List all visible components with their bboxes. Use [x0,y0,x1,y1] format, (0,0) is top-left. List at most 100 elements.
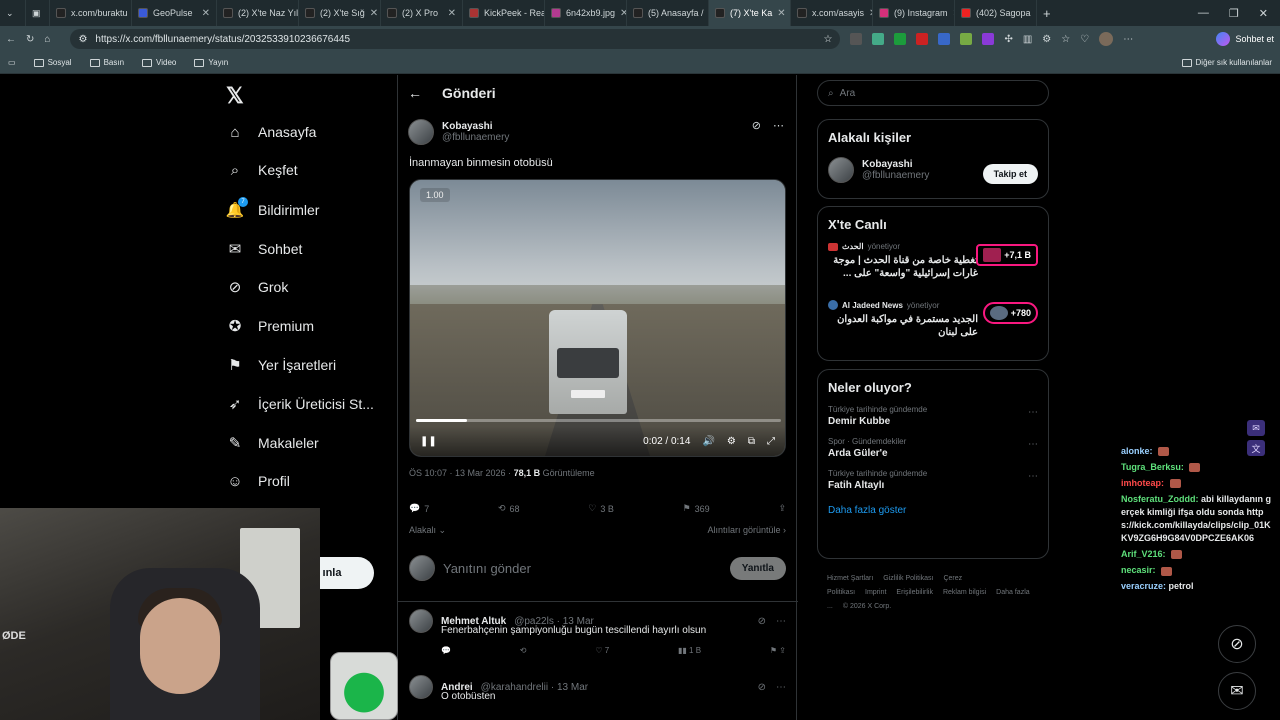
avatar[interactable] [408,119,434,145]
new-tab-button[interactable]: + [1037,0,1057,26]
browser-tab[interactable]: (2) X'te Naz Yıl✕ [217,0,299,26]
sidebar-toggle-icon[interactable]: ▭ [8,58,16,67]
extension-icon[interactable] [982,33,995,45]
browser-tab[interactable]: KickPeek - Rea✕ [463,0,545,26]
puzzle-icon[interactable]: ✣ [1004,34,1012,45]
nav-item-bookmarks[interactable]: ⚑ Yer İşaretleri [226,356,336,374]
close-window-button[interactable]: ✕ [1259,7,1268,20]
video-progress-bar[interactable] [416,419,781,422]
bookmark-icon[interactable]: ⚑ ⇪ [770,646,786,655]
playback-speed[interactable]: 1.00 [420,188,450,202]
comment-handle[interactable]: @karahandrelii · 13 Mar [481,682,588,693]
nav-item-grok[interactable]: ⊘ Grok [226,278,289,296]
profile-avatar[interactable] [1099,32,1114,46]
tab-close-icon[interactable]: ✕ [370,8,378,19]
more-options-icon[interactable]: ⋯ [776,616,786,627]
live-count-badge[interactable]: +7,1 B [976,244,1038,266]
live-item[interactable]: الحدث yönetiyor تغطية خاصة من قناة الحدث … [828,242,1038,290]
footer-link[interactable]: Erişilebilirlik [896,589,933,596]
volume-icon[interactable]: 🔊 [702,436,714,447]
reply-icon[interactable]: 💬 [441,646,451,655]
split-view-icon[interactable]: ▥ [1023,34,1032,45]
nav-item-creator-studio[interactable]: ➶ İçerik Üreticisi St... [226,395,374,413]
back-arrow-icon[interactable]: ← [408,85,422,101]
nav-item-messages[interactable]: ✉ Sohbet [226,240,303,258]
bookmark-folder[interactable]: Video [142,58,176,67]
browser-tab[interactable]: 6n42xb9.jpg ✕ [545,0,627,26]
bookmark-folder[interactable]: Yayın [194,58,228,67]
share-action[interactable]: ⇪ [778,503,786,514]
more-options-icon[interactable]: ⋯ [1028,407,1038,418]
tab-close-icon[interactable]: ✕ [448,8,456,19]
extension-icon[interactable] [960,33,973,45]
tab-overview-icon[interactable]: ⌄ [0,0,26,26]
maximize-button[interactable]: ❐ [1229,7,1239,20]
person-handle[interactable]: @fbllunaemery [862,170,929,181]
nav-item-articles[interactable]: ✎ Makaleler [226,434,319,452]
avatar[interactable] [409,675,433,699]
view-quotes-link[interactable]: Alıntıları görüntüle › [707,525,786,536]
author-name[interactable]: Kobayashi [442,121,509,132]
nav-item-premium[interactable]: ✪ Premium [226,317,314,335]
comment[interactable]: Mehmet Altuk @pa22ls · 13 Mar ⊘ ⋯ Fenerba… [409,609,786,655]
comment[interactable]: Andrei @karahandrelii · 13 Mar ⊘ ⋯ O otob… [409,675,786,702]
footer-link[interactable]: Imprint [865,589,886,596]
extension-icon[interactable] [916,33,929,45]
extension-icon[interactable] [872,33,885,45]
reload-icon[interactable]: ↻ [26,34,34,45]
browser-tab[interactable]: x.com/asayis✕ [791,0,873,26]
related-dropdown[interactable]: Alakalı ⌄ [409,525,446,536]
x-logo-icon[interactable]: 𝕏 [226,83,244,109]
nav-item-explore[interactable]: ⌕ Keşfet [226,161,298,179]
person-name[interactable]: Kobayashi [862,159,929,170]
address-bar[interactable]: ⚙ https://x.com/fbllunaemery/status/2032… [70,29,841,49]
workspaces-icon[interactable]: ▣ [26,0,50,26]
bookmark-folder[interactable]: Basın [89,58,124,67]
site-info-icon[interactable]: ⚙ [78,34,87,45]
browser-tab[interactable]: (402) Sagopa✕ [955,0,1037,26]
trend-item[interactable]: Türkiye tarihinde gündemde Fatih Altaylı ⋯ [828,469,1038,491]
grok-icon[interactable]: ⊘ [758,682,766,693]
footer-link[interactable]: Hizmet Şartları [827,575,873,582]
like-action[interactable]: ♡ 7 [595,646,609,655]
footer-link[interactable]: Gizlilik Politikası [883,575,933,582]
repost-action[interactable]: ⟲ 68 [498,503,520,514]
post-time[interactable]: ÖS 10:07 · 13 Mar 2026 · [409,468,514,478]
tab-close-icon[interactable]: ✕ [620,8,626,19]
repost-icon[interactable]: ⟲ [520,646,527,655]
more-icon[interactable]: ⋯ [1123,34,1133,45]
views-action[interactable]: ▮▮ 1 B [678,646,701,655]
extension-icon[interactable] [938,33,951,45]
browser-tab[interactable]: x.com/buraktu✕ [50,0,132,26]
search-input[interactable]: ⌕ Ara [817,80,1049,106]
extension-icon[interactable] [894,33,907,45]
nav-item-profile[interactable]: ☺ Profil [226,472,290,490]
bookmark-action[interactable]: ⚑ 369 [683,503,710,514]
grok-icon[interactable]: ⊘ [752,119,761,132]
footer-link[interactable]: Reklam bilgisi [943,589,986,596]
tab-close-icon[interactable]: ✕ [777,8,785,19]
browser-tab[interactable]: (2) X Pro ✕ [381,0,463,26]
show-more-link[interactable]: Daha fazla göster [828,505,1038,516]
grok-icon[interactable]: ⊘ [758,616,766,627]
extension-icon[interactable] [850,33,863,45]
grok-float-icon[interactable]: ⊘ [1218,625,1256,663]
home-icon[interactable]: ⌂ [44,34,50,45]
chat-overlay-icon[interactable]: ✉ [1247,420,1265,436]
tab-close-icon[interactable]: ✕ [202,8,210,19]
live-item[interactable]: Al Jadeed News yönetiyor الجديد مستمرة في… [828,300,1038,348]
author-handle[interactable]: @fbllunaemery [442,132,509,143]
fullscreen-icon[interactable]: ⤢ [767,436,775,447]
browser-tab[interactable]: GeoPulse ✕ [132,0,217,26]
back-icon[interactable]: ← [6,34,16,45]
pause-icon[interactable]: ❚❚ [420,436,437,447]
more-options-icon[interactable]: ⋯ [1028,471,1038,482]
more-options-icon[interactable]: ⋯ [773,119,784,132]
browser-tab[interactable]: (9) Instagram✕ [873,0,955,26]
post-author[interactable]: Kobayashi @fbllunaemery [408,119,509,145]
follow-button[interactable]: Takip et [982,164,1038,184]
like-action[interactable]: ♡ 3 B [588,503,614,514]
collections-icon[interactable]: ♡ [1080,34,1089,45]
video-player[interactable]: 1.00 ❚❚ 0:02 / 0:14 🔊 ⚙ ⧉ ⤢ [409,179,786,457]
copilot-chat-button[interactable]: Sohbet et [1216,32,1274,46]
